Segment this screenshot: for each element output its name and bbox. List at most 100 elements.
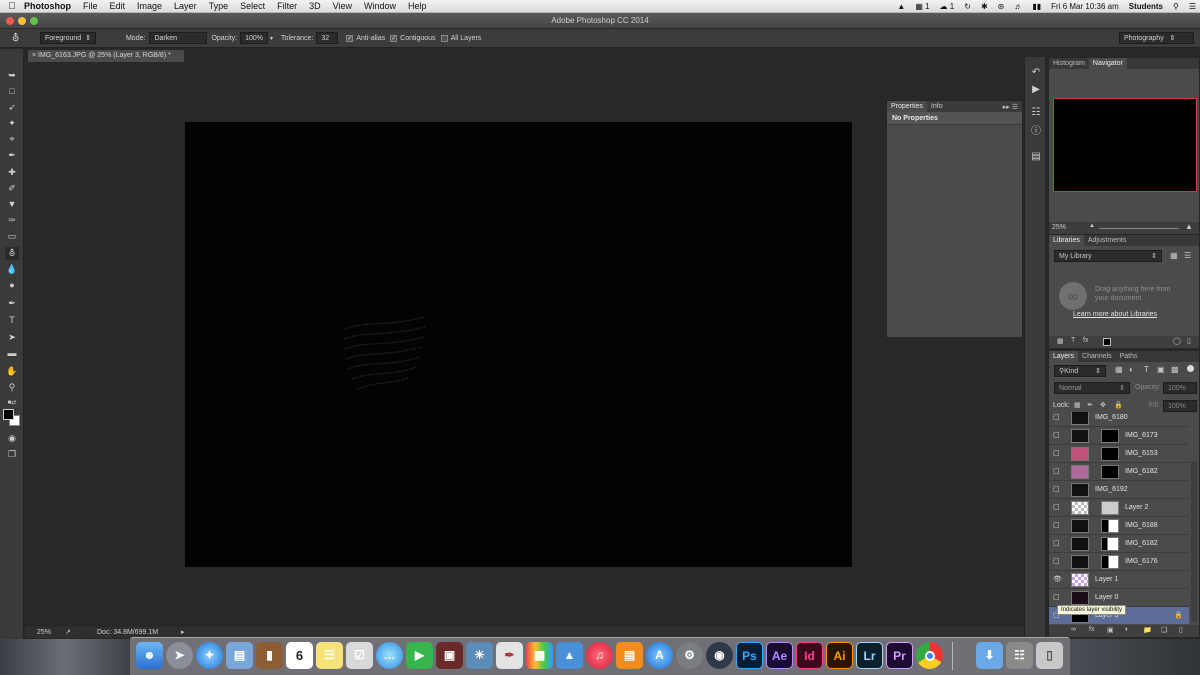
- screen-mode-icon[interactable]: ❐: [5, 448, 19, 461]
- tab-properties[interactable]: Properties: [887, 101, 927, 112]
- documents-stack-icon[interactable]: ☷: [1006, 642, 1033, 669]
- path-selection-tool-icon[interactable]: ➤: [5, 331, 19, 344]
- messages-icon[interactable]: …: [376, 642, 403, 669]
- zoom-tool-icon[interactable]: ⚲: [5, 381, 19, 394]
- menu-layer[interactable]: Layer: [174, 1, 197, 11]
- close-document-icon[interactable]: ×: [32, 52, 36, 59]
- layer-row[interactable]: ▢ IMG_6192: [1049, 481, 1189, 499]
- zoom-out-icon[interactable]: ▲: [1089, 223, 1095, 229]
- new-group-icon[interactable]: 📁: [1143, 626, 1152, 634]
- tolerance-input[interactable]: 32: [316, 32, 339, 44]
- ibooks-icon[interactable]: ▤: [616, 642, 643, 669]
- itunes-icon[interactable]: ♫: [586, 642, 613, 669]
- facetime-icon[interactable]: ▶: [406, 642, 433, 669]
- after-effects-app-icon[interactable]: Ae: [766, 642, 793, 669]
- grid-view-icon[interactable]: ▦: [1170, 251, 1178, 260]
- quick-mask-icon[interactable]: ◉: [5, 432, 19, 445]
- volume-icon[interactable]: ♬: [1014, 2, 1022, 11]
- layer-row[interactable]: ▢ IMG_6182: [1049, 463, 1189, 481]
- bell-icon[interactable]: ▲: [897, 2, 905, 11]
- all-layers-checkbox[interactable]: [440, 34, 448, 42]
- lasso-tool-icon[interactable]: ➶: [5, 101, 19, 114]
- filter-adjustment-icon[interactable]: ◐: [1129, 365, 1134, 374]
- tab-layers[interactable]: Layers: [1049, 351, 1079, 362]
- iphoto-icon[interactable]: ☀: [466, 642, 493, 669]
- layer-name[interactable]: IMG_6182: [1125, 468, 1158, 475]
- menu-select[interactable]: Select: [240, 1, 265, 11]
- menu-file[interactable]: File: [83, 1, 98, 11]
- tab-libraries[interactable]: Libraries: [1049, 235, 1084, 246]
- menu-help[interactable]: Help: [408, 1, 427, 11]
- bluetooth-icon[interactable]: ✱: [981, 2, 988, 11]
- delete-layer-icon[interactable]: ▯: [1179, 626, 1183, 634]
- downloads-folder-icon[interactable]: ⬇: [976, 642, 1003, 669]
- calendar-icon[interactable]: 6: [286, 642, 313, 669]
- filter-smart-object-icon[interactable]: ▩: [1171, 365, 1179, 374]
- layer-row[interactable]: ▢ Layer 2: [1049, 499, 1189, 517]
- spotlight-icon[interactable]: ⚲: [1173, 2, 1179, 11]
- layer-name[interactable]: IMG_6192: [1095, 486, 1128, 493]
- marquee-tool-icon[interactable]: □: [5, 85, 19, 98]
- layer-opacity-input[interactable]: 100%: [1163, 382, 1197, 394]
- menu-edit[interactable]: Edit: [110, 1, 126, 11]
- menu-type[interactable]: Type: [209, 1, 229, 11]
- navigator-zoom-value[interactable]: 25%: [1052, 224, 1066, 231]
- layer-name[interactable]: IMG_6182: [1125, 540, 1158, 547]
- contiguous-checkbox[interactable]: ✓: [390, 34, 398, 42]
- visibility-toggle[interactable]: ▢: [1053, 539, 1061, 548]
- magic-wand-tool-icon[interactable]: ✦: [5, 117, 19, 130]
- chrome-icon[interactable]: [916, 642, 943, 669]
- clone-stamp-tool-icon[interactable]: ▼: [5, 198, 19, 211]
- visibility-toggle[interactable]: ▢: [1053, 431, 1061, 440]
- visibility-toggle[interactable]: ▢: [1053, 593, 1061, 602]
- launchpad-icon[interactable]: ➤: [166, 642, 193, 669]
- menu-window[interactable]: Window: [364, 1, 396, 11]
- filter-shape-icon[interactable]: ▣: [1157, 365, 1165, 374]
- tab-paths[interactable]: Paths: [1116, 351, 1142, 362]
- layer-row[interactable]: ▢ IMG_6153: [1049, 445, 1189, 463]
- layer-row[interactable]: ▢ IMG_6180: [1049, 412, 1189, 427]
- paint-bucket-icon[interactable]: ⛢: [12, 33, 34, 44]
- type-tool-icon[interactable]: T: [5, 314, 19, 327]
- tab-channels[interactable]: Channels: [1078, 351, 1116, 362]
- visibility-toggle[interactable]: ▢: [1053, 467, 1061, 476]
- layer-filter-kind-select[interactable]: ⚲ Kind ⇕: [1054, 365, 1106, 377]
- zoom-level[interactable]: 25%: [37, 629, 51, 636]
- finder-icon[interactable]: ☻: [136, 642, 163, 669]
- lock-image-icon[interactable]: ✒: [1087, 401, 1093, 409]
- color-picker-icon[interactable]: ▩: [526, 642, 553, 669]
- info-panel-icon[interactable]: ⓘ: [1030, 126, 1042, 138]
- layer-name[interactable]: IMG_6180: [1095, 414, 1128, 421]
- menu-3d[interactable]: 3D: [309, 1, 321, 11]
- wifi-icon[interactable]: ⊛: [998, 2, 1005, 11]
- layer-name[interactable]: Layer 0: [1095, 594, 1118, 601]
- zoom-in-icon[interactable]: ▲: [1185, 222, 1193, 231]
- layer-row[interactable]: ▢ IMG_6173: [1049, 427, 1189, 445]
- fill-source-select[interactable]: Foreground ⇕: [40, 32, 96, 44]
- visibility-toggle[interactable]: ▢: [1053, 503, 1061, 512]
- doc-size[interactable]: Doc: 34.8M/699.1M: [97, 629, 158, 636]
- layer-name[interactable]: Layer 1: [1095, 576, 1118, 583]
- mode-select[interactable]: Darken: [149, 32, 208, 44]
- photo-booth-icon[interactable]: ▣: [436, 642, 463, 669]
- paint-bucket-tool-icon[interactable]: ⛢: [5, 247, 19, 260]
- reminders-icon[interactable]: ☑: [346, 642, 373, 669]
- adjustments-panel-icon[interactable]: ☷: [1030, 107, 1042, 119]
- layer-mask-thumbnail[interactable]: [1101, 555, 1119, 569]
- layers-scrollbar[interactable]: [1191, 461, 1197, 621]
- blend-mode-select[interactable]: Normal ⇕: [1054, 382, 1130, 394]
- workspace-select[interactable]: Photography ⇕: [1119, 32, 1194, 44]
- lock-transparent-icon[interactable]: ▦: [1074, 401, 1081, 409]
- hand-tool-icon[interactable]: ✋: [5, 365, 19, 378]
- layer-name[interactable]: IMG_6176: [1125, 558, 1158, 565]
- time-machine-icon[interactable]: ↻: [964, 2, 971, 11]
- add-foreground-color-swatch[interactable]: [1103, 338, 1111, 346]
- history-panel-icon[interactable]: ↶: [1030, 67, 1042, 79]
- layer-mask-thumbnail[interactable]: [1101, 501, 1119, 515]
- blur-tool-icon[interactable]: 💧: [5, 263, 19, 276]
- premiere-app-icon[interactable]: Pr: [886, 642, 913, 669]
- layer-mask-thumbnail[interactable]: [1101, 429, 1119, 443]
- tab-histogram[interactable]: Histogram: [1049, 58, 1089, 69]
- filter-pixel-icon[interactable]: ▦: [1115, 365, 1123, 374]
- app-store-icon[interactable]: A: [646, 642, 673, 669]
